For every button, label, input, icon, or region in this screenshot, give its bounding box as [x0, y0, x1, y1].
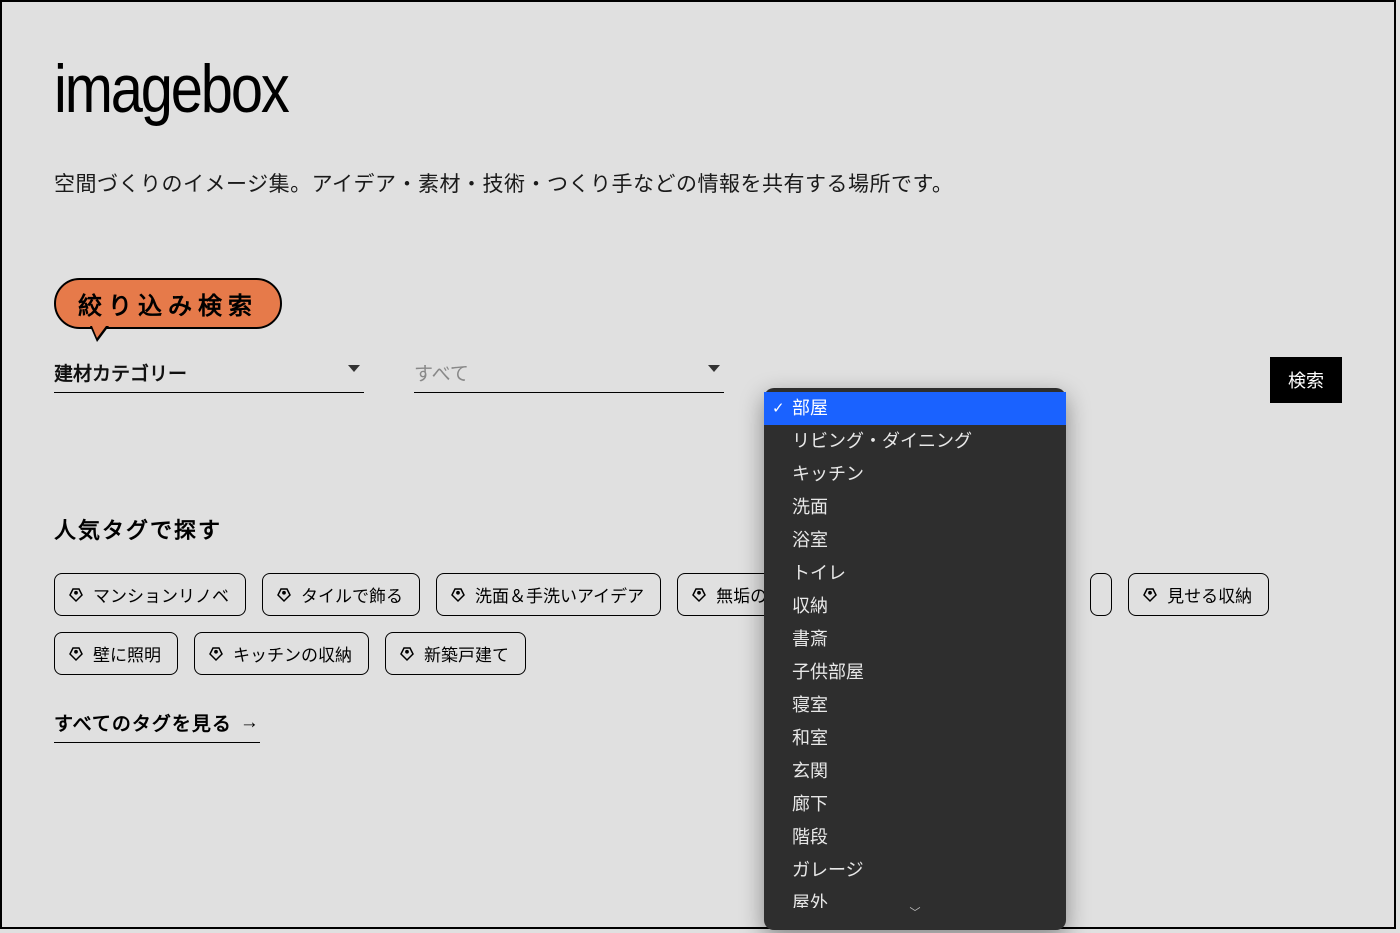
tag-icon — [690, 586, 708, 604]
popular-tags-list: マンションリノベ タイルで飾る 洗面＆手洗いアイデア 無垢の床 見せる収納 — [54, 573, 1342, 675]
tag-label: タイルで飾る — [301, 582, 403, 607]
dropdown-option-toilet[interactable]: トイレ — [764, 557, 1066, 590]
subcategory-select-label: すべて — [414, 364, 469, 385]
tag-display-storage[interactable]: 見せる収納 — [1128, 573, 1269, 616]
subcategory-select[interactable]: すべて — [414, 359, 724, 393]
tag-label: キッチンの収納 — [233, 641, 352, 666]
dropdown-option-japanese-room[interactable]: 和室 — [764, 722, 1066, 755]
tag-icon — [1141, 586, 1159, 604]
dropdown-option-room[interactable]: 部屋 — [764, 392, 1066, 425]
tag-icon — [398, 645, 416, 663]
dropdown-option-study[interactable]: 書斎 — [764, 623, 1066, 656]
all-tags-link[interactable]: すべてのタグを見る → — [54, 709, 260, 743]
dropdown-option-entrance[interactable]: 玄関 — [764, 755, 1066, 788]
dropdown-option-stairs[interactable]: 階段 — [764, 821, 1066, 854]
arrow-right-icon: → — [240, 712, 260, 734]
dropdown-option-hallway[interactable]: 廊下 — [764, 788, 1066, 821]
tag-label: マンションリノベ — [93, 582, 229, 607]
category-select-label: 建材カテゴリー — [54, 364, 187, 385]
tag-icon — [67, 586, 85, 604]
dropdown-option-washroom[interactable]: 洗面 — [764, 491, 1066, 524]
tag-icon — [449, 586, 467, 604]
search-button[interactable]: 検索 — [1270, 357, 1342, 403]
dropdown-scroll-indicator[interactable]: ﹀ — [764, 908, 1066, 930]
dropdown-option-bedroom[interactable]: 寝室 — [764, 689, 1066, 722]
tag-label: 新築戸建て — [424, 641, 509, 666]
caret-down-icon — [348, 365, 360, 372]
room-select-dropdown[interactable]: 部屋 リビング・ダイニング キッチン 洗面 浴室 トイレ 収納 書斎 子供部屋 … — [764, 388, 1066, 930]
category-select[interactable]: 建材カテゴリー — [54, 359, 364, 393]
tag-new-detached-house[interactable]: 新築戸建て — [385, 632, 526, 675]
popular-tags-heading: 人気タグで探す — [54, 513, 1342, 545]
filter-badge-wrap: 絞り込み検索 — [54, 278, 282, 329]
dropdown-option-kids-room[interactable]: 子供部屋 — [764, 656, 1066, 689]
dropdown-option-storage[interactable]: 収納 — [764, 590, 1066, 623]
app-frame: imagebox 空間づくりのイメージ集。アイデア・素材・技術・つくり手などの情… — [0, 0, 1396, 929]
speech-bubble-tail-inner — [92, 326, 106, 338]
dropdown-option-bathroom[interactable]: 浴室 — [764, 524, 1066, 557]
tag-icon — [207, 645, 225, 663]
tag-tile-decor[interactable]: タイルで飾る — [262, 573, 420, 616]
all-tags-link-label: すべてのタグを見る — [54, 709, 232, 736]
tag-kitchen-storage[interactable]: キッチンの収納 — [194, 632, 369, 675]
tag-label: 見せる収納 — [1167, 582, 1252, 607]
tag-wall-lighting[interactable]: 壁に照明 — [54, 632, 178, 675]
tag-washbasin-ideas[interactable]: 洗面＆手洗いアイデア — [436, 573, 661, 616]
dropdown-option-kitchen[interactable]: キッチン — [764, 458, 1066, 491]
tag-mansion-renovation[interactable]: マンションリノベ — [54, 573, 246, 616]
logo: imagebox — [54, 50, 1149, 128]
filter-row: 建材カテゴリー すべて 部屋 検索 — [54, 359, 1342, 403]
tag-icon — [67, 645, 85, 663]
dropdown-option-living-dining[interactable]: リビング・ダイニング — [764, 425, 1066, 458]
tag-label: 洗面＆手洗いアイデア — [475, 582, 644, 607]
tag-label: 壁に照明 — [93, 641, 161, 666]
tagline: 空間づくりのイメージ集。アイデア・素材・技術・つくり手などの情報を共有する場所で… — [54, 168, 1342, 198]
tag-partial[interactable] — [1090, 573, 1112, 616]
dropdown-option-garage[interactable]: ガレージ — [764, 854, 1066, 887]
dropdown-option-outdoor[interactable]: 屋外 — [764, 887, 1066, 908]
tag-icon — [275, 586, 293, 604]
caret-down-icon — [708, 365, 720, 372]
filter-heading-badge: 絞り込み検索 — [54, 278, 282, 329]
